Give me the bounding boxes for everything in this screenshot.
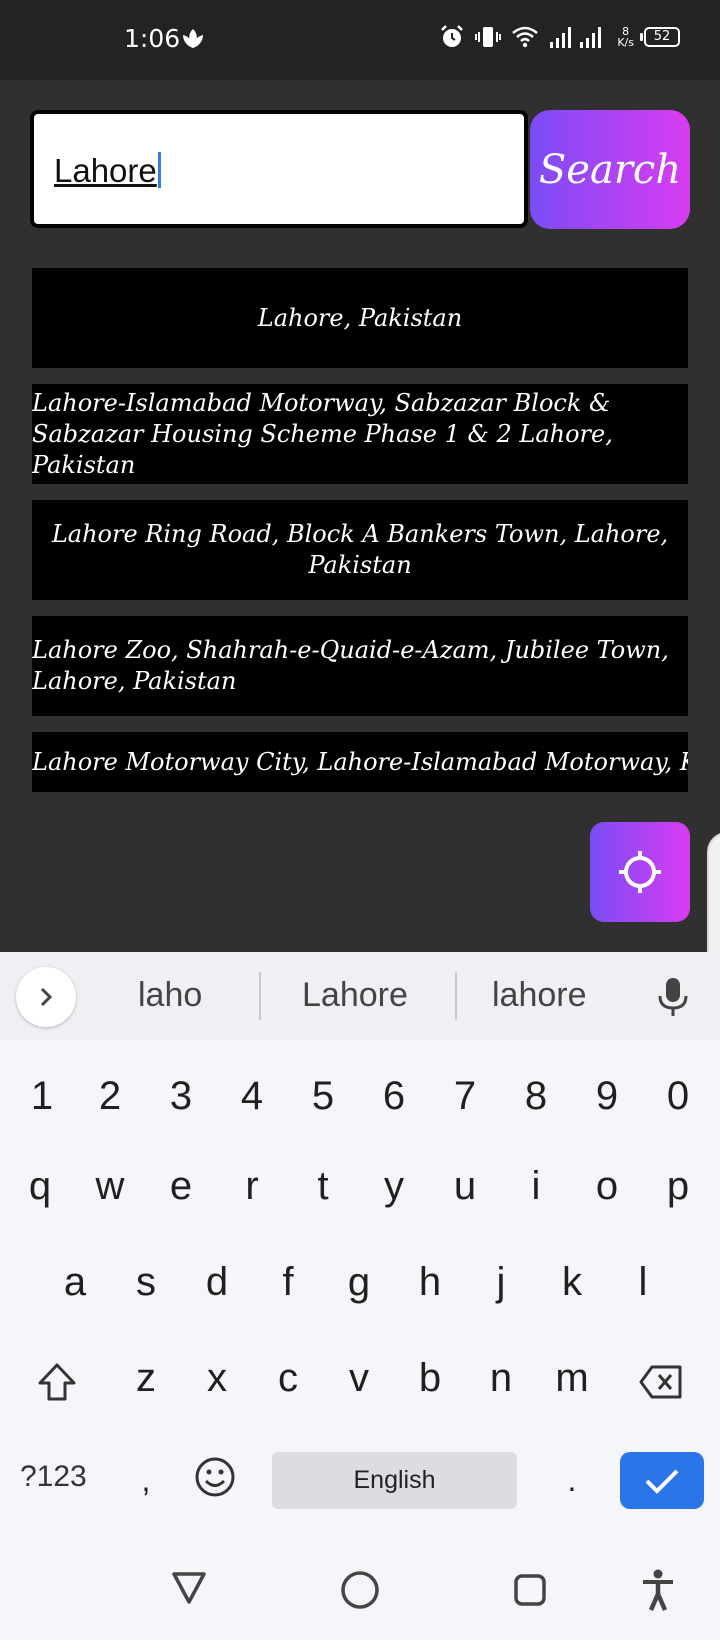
suggestion-text: Lahore-Islamabad Motorway, Sabzazar Bloc… [32,388,613,479]
suggestion-item[interactable]: Lahore-Islamabad Motorway, Sabzazar Bloc… [32,384,688,484]
divider [455,972,457,1020]
status-bar: 1:06 8 K/s 52 [0,0,720,80]
key[interactable]: 5 [293,1074,353,1119]
battery-icon: 52 [640,27,680,47]
suggestion-text: Lahore Motorway City, Lahore-Islamabad M… [32,747,688,776]
period-key[interactable]: . [542,1462,602,1499]
keyboard-suggestion[interactable]: lahore [492,976,587,1015]
key[interactable]: e [151,1164,211,1209]
signal-icon [550,27,602,48]
key[interactable]: x [187,1356,247,1401]
home-circle-icon[interactable] [340,1570,380,1610]
suggestion-text: Lahore, Pakistan [257,303,463,332]
enter-key[interactable] [620,1452,704,1509]
key[interactable]: d [187,1260,247,1305]
symbols-key[interactable]: ?123 [20,1460,87,1494]
key[interactable]: t [293,1164,353,1209]
key[interactable]: n [471,1356,531,1401]
back-triangle-icon[interactable] [170,1570,208,1606]
accessibility-icon[interactable] [640,1568,676,1612]
crosshair-icon [619,851,661,893]
key[interactable]: 1 [12,1074,72,1119]
keyboard-suggestion[interactable]: laho [138,976,202,1015]
text-caret [157,152,161,188]
emoji-icon[interactable] [194,1456,236,1498]
keyboard-suggestion[interactable]: Lahore [302,976,408,1015]
suggestion-text: Lahore Zoo, Shahrah-e-Quaid-e-Azam, Jubi… [32,636,669,695]
key[interactable]: u [435,1164,495,1209]
keyboard-suggestion-strip: laho Lahore lahore [0,952,720,1040]
key[interactable]: 8 [506,1074,566,1119]
alarm-icon [441,25,464,47]
vibrate-icon [475,27,502,47]
key[interactable]: l [613,1260,673,1305]
suggestion-text: Lahore Ring Road, Block A Bankers Town, … [51,520,669,579]
space-key-label: English [353,1466,436,1494]
key[interactable]: 4 [222,1074,282,1119]
backspace-icon[interactable] [638,1364,684,1400]
key[interactable]: y [364,1164,424,1209]
key[interactable]: 7 [435,1074,495,1119]
key[interactable]: w [80,1164,140,1209]
key[interactable]: j [471,1260,531,1305]
key[interactable]: m [542,1356,602,1401]
key[interactable]: c [258,1356,318,1401]
key[interactable]: z [116,1356,176,1401]
recents-square-icon[interactable] [512,1572,548,1608]
key[interactable]: s [116,1260,176,1305]
net-speed: 8 K/s [617,26,634,48]
key[interactable]: 2 [80,1074,140,1119]
suggestion-item[interactable]: Lahore Motorway City, Lahore-Islamabad M… [32,732,688,792]
key[interactable]: 6 [364,1074,424,1119]
key[interactable]: v [329,1356,389,1401]
check-icon [645,1469,679,1494]
net-speed-unit: K/s [617,36,634,49]
suggestion-item[interactable]: Lahore, Pakistan [32,268,688,368]
space-key[interactable]: English [272,1452,517,1509]
navigation-bar [0,1548,720,1640]
key[interactable]: k [542,1260,602,1305]
mic-icon[interactable] [656,976,690,1018]
search-input-value: Lahore [54,152,161,190]
suggestion-item[interactable]: Lahore Ring Road, Block A Bankers Town, … [32,500,688,600]
key[interactable]: 9 [577,1074,637,1119]
status-icons: 8 K/s 52 [439,24,680,50]
key[interactable]: o [577,1164,637,1209]
battery-level: 52 [653,29,671,44]
wifi-icon [512,26,539,48]
key[interactable]: r [222,1164,282,1209]
divider [259,972,261,1020]
leaf-icon [183,29,203,48]
suggestion-item[interactable]: Lahore Zoo, Shahrah-e-Quaid-e-Azam, Jubi… [32,616,688,716]
status-time: 1:06 [124,24,181,53]
key[interactable]: 0 [648,1074,708,1119]
key[interactable]: f [258,1260,318,1305]
chevron-right-icon [40,987,53,1007]
comma-key[interactable]: , [116,1462,176,1499]
key[interactable]: b [400,1356,460,1401]
key[interactable]: h [400,1260,460,1305]
search-input[interactable]: Lahore [30,110,528,228]
key[interactable]: p [648,1164,708,1209]
key[interactable]: g [329,1260,389,1305]
keyboard-expand-button[interactable] [16,967,76,1027]
key[interactable]: i [506,1164,566,1209]
search-query-text: Lahore [54,152,157,189]
key[interactable]: a [45,1260,105,1305]
shift-icon[interactable] [36,1362,78,1402]
search-button[interactable]: Search [530,110,690,229]
key[interactable]: q [10,1164,70,1209]
key[interactable]: 3 [151,1074,211,1119]
current-location-button[interactable] [590,822,690,922]
